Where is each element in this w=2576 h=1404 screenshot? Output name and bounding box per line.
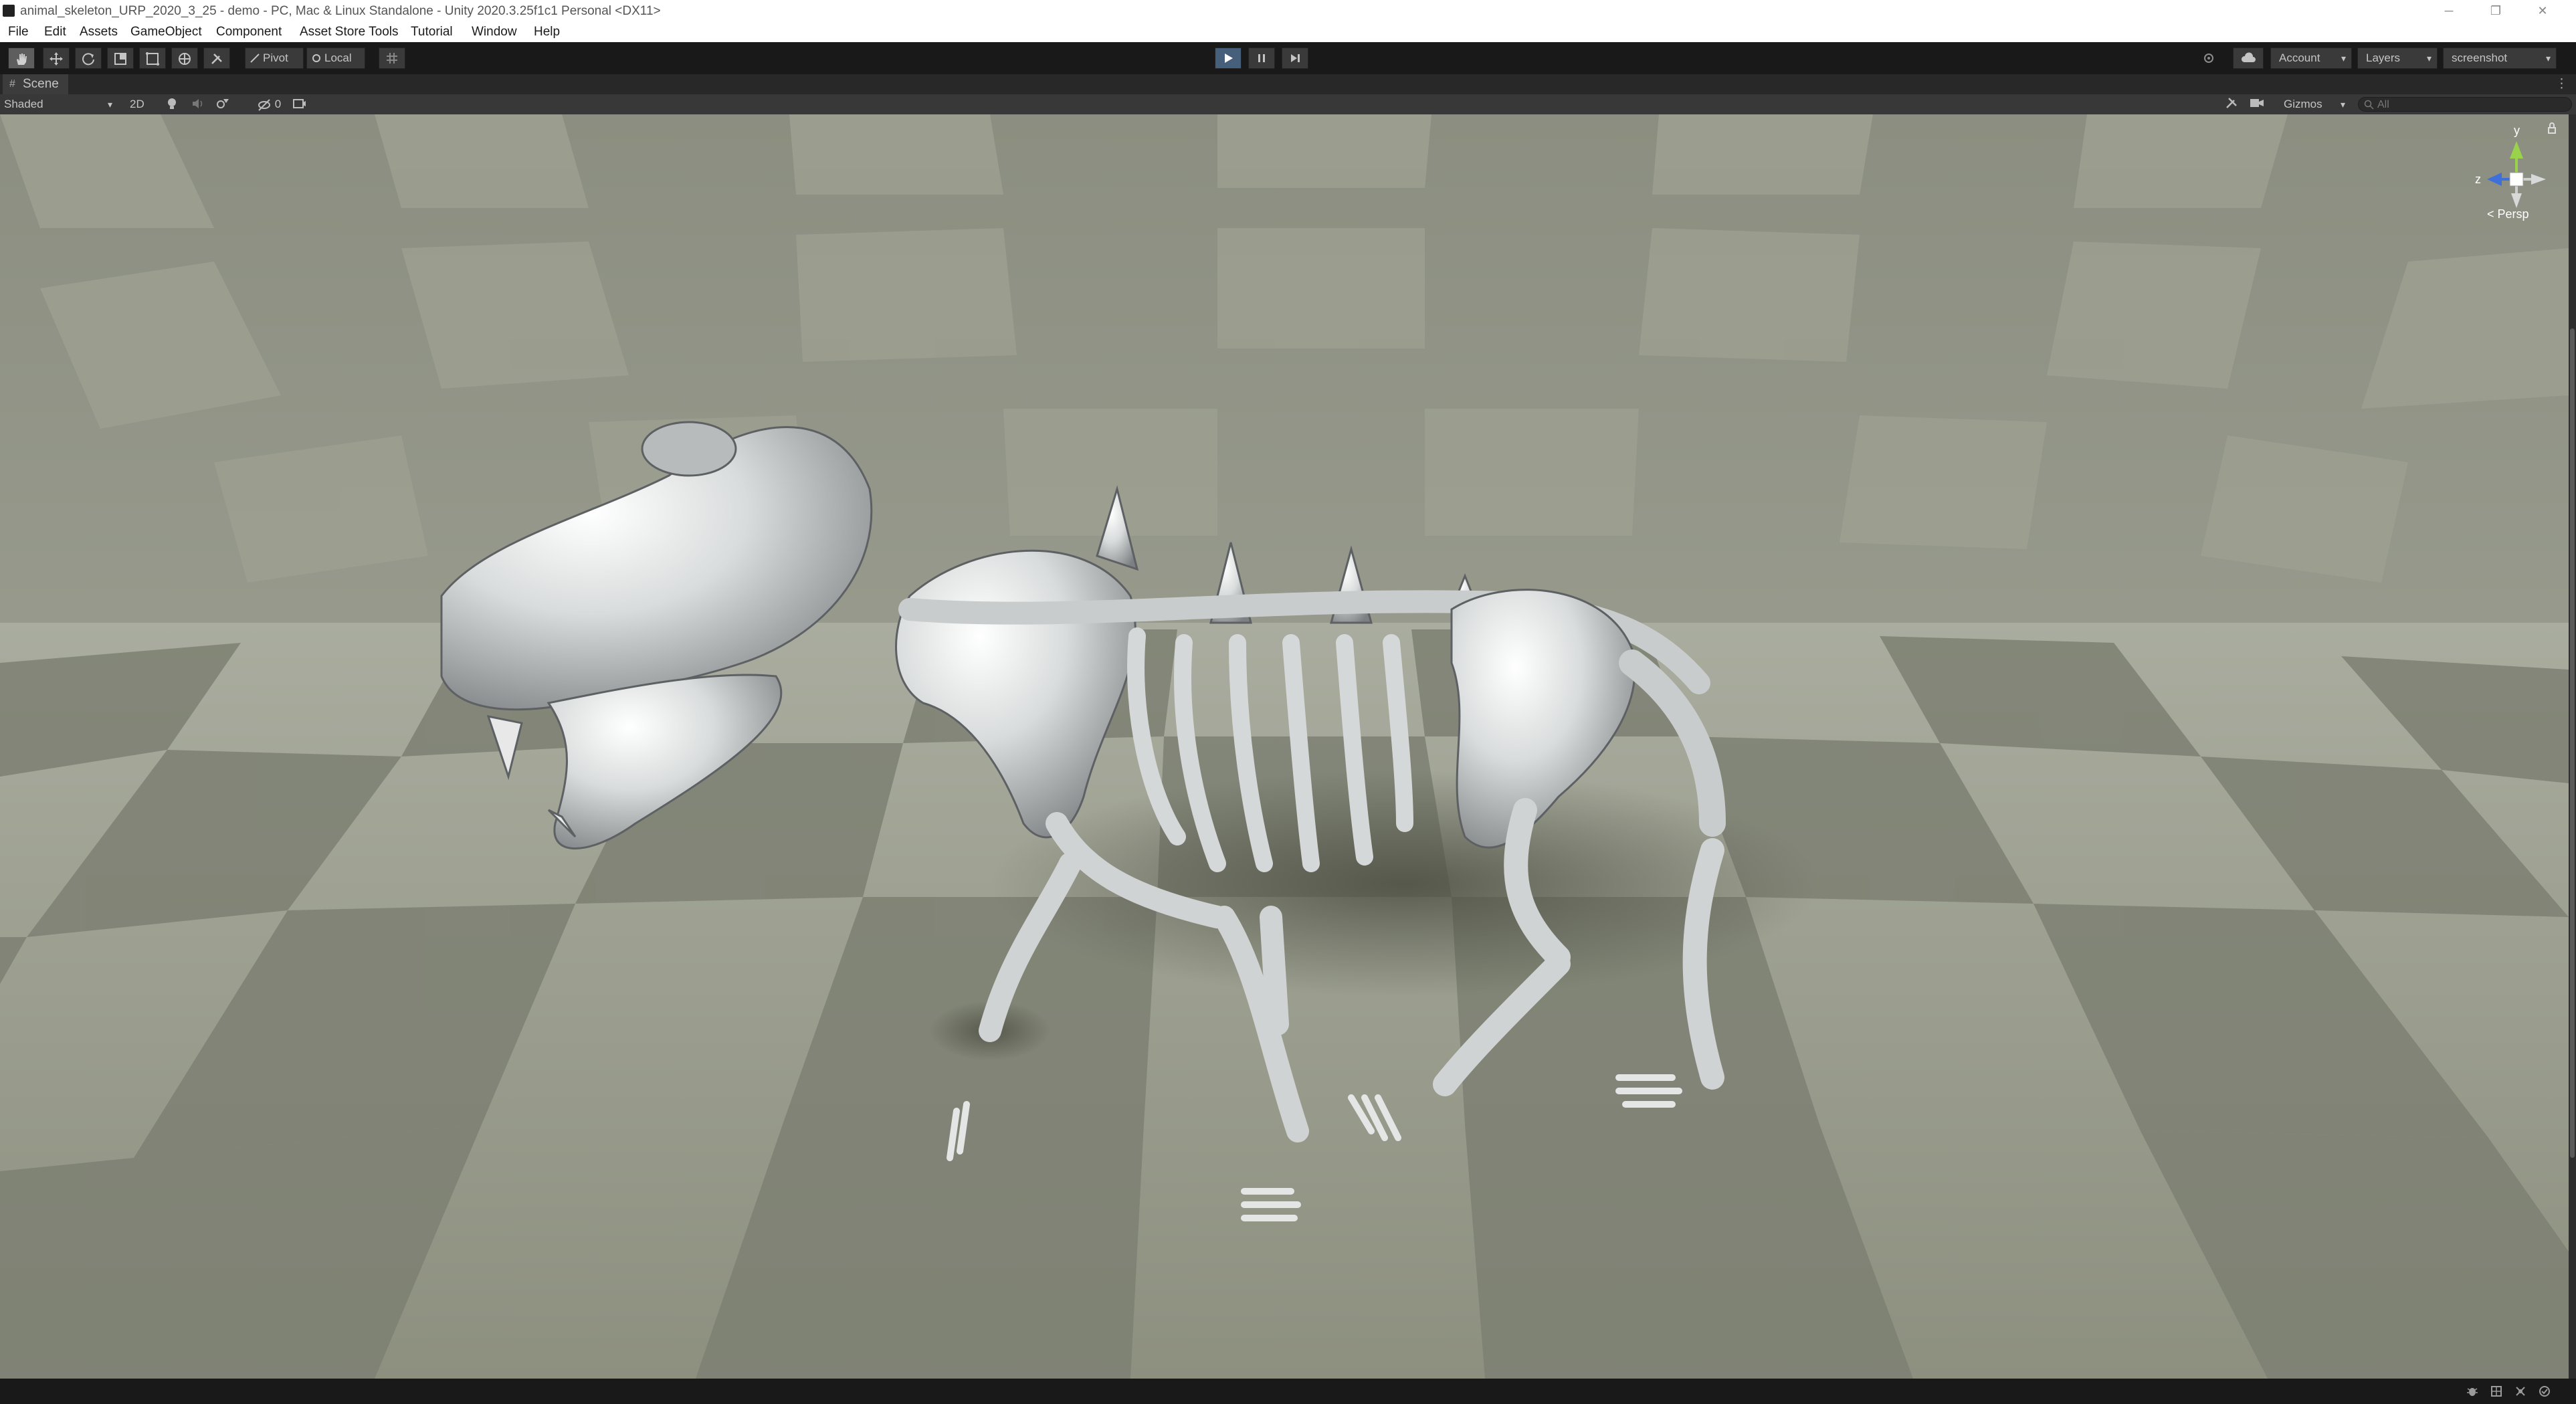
camera-settings-icon bbox=[293, 99, 306, 108]
lighting-icon[interactable] bbox=[2490, 1385, 2503, 1398]
gizmo-z-label: z bbox=[2475, 173, 2481, 186]
layout-label: screenshot bbox=[2452, 52, 2508, 64]
gizmo-y-label: y bbox=[2514, 124, 2520, 137]
step-button[interactable] bbox=[1282, 47, 1308, 69]
menu-component[interactable]: Component bbox=[216, 22, 282, 42]
pivot-icon bbox=[250, 54, 260, 63]
rect-tool-button[interactable] bbox=[139, 47, 166, 69]
pivot-label: Pivot bbox=[263, 52, 288, 64]
grid-snap-button[interactable] bbox=[379, 47, 405, 69]
minimize-icon[interactable]: ─ bbox=[2429, 0, 2469, 22]
custom-tool-button[interactable] bbox=[203, 47, 230, 69]
search-icon bbox=[2364, 100, 2374, 110]
menu-edit[interactable]: Edit bbox=[44, 22, 66, 42]
shading-mode-dropdown[interactable]: Shaded bbox=[4, 96, 118, 112]
bug-icon[interactable] bbox=[2466, 1385, 2479, 1398]
viewport-scrollbar[interactable] bbox=[2569, 114, 2576, 1379]
cache-icon[interactable] bbox=[2514, 1385, 2527, 1398]
effects-icon bbox=[217, 99, 229, 108]
layers-label: Layers bbox=[2366, 52, 2401, 64]
scrollbar-thumb[interactable] bbox=[2570, 328, 2575, 1158]
status-bar bbox=[0, 1379, 2576, 1404]
toggle-2d-label: 2D bbox=[130, 98, 144, 110]
lightbulb-icon bbox=[168, 98, 176, 109]
hidden-objects-toggle[interactable]: 0 bbox=[257, 96, 290, 112]
scale-tool-button[interactable] bbox=[107, 47, 134, 69]
hidden-count: 0 bbox=[274, 98, 282, 110]
menu-file[interactable]: File bbox=[8, 22, 29, 42]
move-icon bbox=[49, 52, 63, 66]
maximize-icon[interactable]: ❐ bbox=[2476, 0, 2516, 22]
window-titlebar: animal_skeleton_URP_2020_3_25 - demo - P… bbox=[0, 0, 2576, 22]
scale-icon bbox=[114, 53, 126, 65]
scene-search-input[interactable]: All bbox=[2358, 97, 2572, 112]
menu-asset-store-tools[interactable]: Asset Store Tools bbox=[300, 22, 399, 42]
menu-window[interactable]: Window bbox=[472, 22, 517, 42]
search-placeholder: All bbox=[2377, 99, 2389, 110]
gizmos-dropdown[interactable]: Gizmos bbox=[2284, 96, 2351, 112]
collab-icon bbox=[2204, 54, 2213, 63]
menu-help[interactable]: Help bbox=[534, 22, 560, 42]
tools-icon bbox=[2226, 98, 2237, 108]
layout-dropdown[interactable]: screenshot bbox=[2443, 47, 2557, 69]
pivot-toggle[interactable]: Pivot bbox=[245, 47, 304, 69]
menu-tutorial[interactable]: Tutorial bbox=[411, 22, 453, 42]
pause-icon bbox=[1258, 54, 1265, 62]
account-dropdown[interactable]: Account bbox=[2270, 47, 2352, 69]
rect-tool-icon bbox=[146, 52, 159, 66]
local-label: Local bbox=[324, 52, 352, 64]
eye-slash-icon bbox=[258, 98, 270, 111]
scene-camera-dropdown[interactable] bbox=[2249, 96, 2278, 112]
step-icon bbox=[1291, 54, 1300, 62]
projection-label[interactable]: < Persp bbox=[2487, 207, 2529, 221]
main-toolbar: Pivot Local Account Layers screenshot bbox=[0, 42, 2576, 74]
gizmo-center-cube[interactable] bbox=[2509, 172, 2524, 187]
unity-logo-icon bbox=[3, 5, 15, 17]
effects-dropdown[interactable] bbox=[215, 96, 242, 112]
progress-icon[interactable] bbox=[2538, 1385, 2551, 1398]
play-button[interactable] bbox=[1215, 47, 1242, 69]
scene-toolbar: Shaded 2D 0 Gizmos All bbox=[0, 94, 2576, 114]
pause-button[interactable] bbox=[1248, 47, 1275, 69]
hand-tool-button[interactable] bbox=[8, 47, 35, 69]
transform-icon bbox=[179, 53, 191, 65]
menu-assets[interactable]: Assets bbox=[80, 22, 118, 42]
menu-bar: File Edit Assets GameObject Component As… bbox=[0, 22, 2576, 42]
scene-viewport[interactable]: y z < Persp bbox=[0, 114, 2569, 1379]
menu-gameobject[interactable]: GameObject bbox=[130, 22, 202, 42]
hand-icon bbox=[17, 54, 27, 65]
rotate-tool-button[interactable] bbox=[75, 47, 102, 69]
camera-settings-dropdown[interactable] bbox=[292, 96, 332, 112]
close-icon[interactable]: ✕ bbox=[2522, 0, 2563, 22]
scene-tab-bar: Scene ⋮ bbox=[0, 74, 2576, 94]
scene-render[interactable]: y z < Persp bbox=[0, 114, 2569, 1379]
shading-mode-label: Shaded bbox=[4, 98, 43, 110]
tools-toggle[interactable] bbox=[2225, 96, 2241, 112]
layers-dropdown[interactable]: Layers bbox=[2357, 47, 2438, 69]
toggle-2d-button[interactable]: 2D bbox=[130, 96, 148, 112]
grid-snap-icon bbox=[387, 53, 397, 64]
tab-menu-icon[interactable]: ⋮ bbox=[2555, 74, 2568, 94]
cloud-icon bbox=[2241, 52, 2256, 62]
cloud-button[interactable] bbox=[2233, 47, 2264, 69]
rotate-icon bbox=[82, 53, 94, 66]
speaker-icon bbox=[193, 99, 203, 108]
lighting-toggle[interactable] bbox=[166, 96, 179, 112]
collab-button[interactable] bbox=[2195, 47, 2222, 69]
window-title: animal_skeleton_URP_2020_3_25 - demo - P… bbox=[20, 4, 661, 18]
transform-tool-button[interactable] bbox=[171, 47, 198, 69]
tab-scene[interactable]: Scene bbox=[3, 74, 68, 94]
account-label: Account bbox=[2279, 52, 2320, 64]
move-tool-button[interactable] bbox=[43, 47, 70, 69]
audio-toggle[interactable] bbox=[191, 96, 205, 112]
play-icon bbox=[1225, 54, 1233, 63]
local-toggle[interactable]: Local bbox=[306, 47, 365, 69]
custom-tool-icon bbox=[211, 54, 222, 64]
video-camera-icon bbox=[2250, 99, 2264, 107]
gizmos-label: Gizmos bbox=[2284, 98, 2322, 110]
local-icon bbox=[312, 54, 320, 62]
